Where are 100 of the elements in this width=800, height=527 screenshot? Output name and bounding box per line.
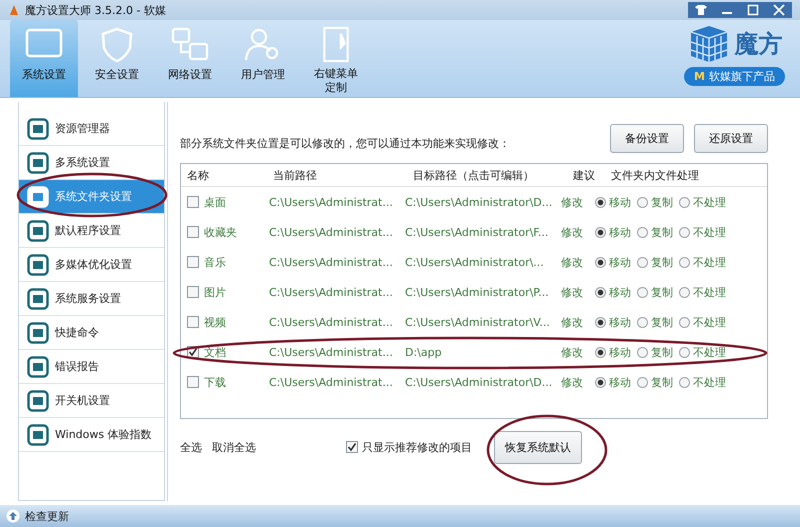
tile-icon (27, 288, 49, 310)
column-header: 当前路径 (272, 168, 318, 182)
radio-button[interactable] (595, 376, 606, 388)
logo-text: 魔方 (734, 29, 783, 60)
radio-option[interactable]: 不处理 (679, 284, 726, 300)
table-cell[interactable]: C:\Users\Administrator\V... (405, 316, 561, 328)
restore-default-button[interactable]: 恢复系统默认 (494, 430, 582, 464)
radio-button[interactable] (679, 346, 690, 358)
tile-icon (27, 322, 49, 344)
checkbox[interactable] (187, 376, 199, 388)
radio-option[interactable]: 复制 (637, 284, 673, 300)
close-icon[interactable] (772, 4, 786, 16)
table-cell-text: 修改 (561, 374, 584, 390)
maximize-icon[interactable] (746, 4, 760, 16)
column-header: 目标路径（点击可编辑） (412, 168, 535, 182)
table-cell-text: C:\Users\Administrat... (269, 286, 394, 298)
radio-option[interactable]: 移动 (595, 194, 631, 210)
deselect-all-link[interactable]: 取消全选 (212, 440, 256, 454)
radio-button[interactable] (637, 346, 648, 358)
radio-option[interactable]: 移动 (595, 254, 631, 270)
radio-option[interactable]: 复制 (637, 224, 673, 240)
table-cell[interactable]: C:\Users\Administrator\P... (405, 286, 561, 298)
table-cell[interactable]: C:\Users\Administrator\... (405, 256, 561, 268)
radio-button[interactable] (637, 316, 648, 328)
table-cell[interactable]: C:\Users\Administrator\F... (405, 226, 561, 238)
shirt-icon[interactable] (694, 4, 708, 16)
radio-option[interactable]: 复制 (637, 194, 673, 210)
folder-name: 收藏夹 (204, 224, 237, 240)
radio-option[interactable]: 复制 (637, 314, 673, 330)
table-cell-text: C:\Users\Administrat... (269, 256, 394, 268)
radio-button[interactable] (595, 286, 606, 298)
radio-option[interactable]: 移动 (595, 224, 631, 240)
product-badge[interactable]: M 软媒旗下产品 (684, 67, 785, 86)
folder-name: 视频 (204, 314, 226, 330)
radio-button[interactable] (679, 256, 690, 268)
tile-icon (27, 254, 49, 276)
folder-name: 桌面 (204, 194, 226, 210)
radio-option[interactable]: 不处理 (679, 344, 726, 360)
radio-button[interactable] (595, 316, 606, 328)
radio-button[interactable] (637, 226, 648, 238)
table-cell-text: 修改 (561, 344, 584, 360)
table-cell-text: 修改 (561, 224, 584, 240)
toolbar-tab[interactable]: 右键菜单定制 (302, 20, 370, 97)
radio-button[interactable] (595, 346, 606, 358)
column-header: 文件夹内文件处理 (610, 168, 700, 182)
table-cell[interactable]: D:\app (405, 346, 561, 358)
description-text: 部分系统文件夹位置是可以修改的，您可以通过本功能来实现修改： (180, 136, 510, 152)
checkbox[interactable] (187, 226, 199, 238)
radio-button[interactable] (679, 196, 690, 208)
radio-option[interactable]: 不处理 (679, 314, 726, 330)
radio-button[interactable] (637, 256, 648, 268)
radio-button[interactable] (637, 376, 648, 388)
radio-button[interactable] (679, 376, 690, 388)
toolbar-tab[interactable]: 用户管理 (229, 20, 297, 97)
radio-button[interactable] (637, 286, 648, 298)
radio-option[interactable]: 移动 (595, 374, 631, 390)
checkbox[interactable] (187, 196, 199, 208)
table-cell[interactable]: C:\Users\Administrator\D... (405, 196, 561, 208)
checkbox[interactable] (187, 316, 199, 328)
toolbar-tab[interactable]: 网络设置 (156, 20, 224, 97)
radio-option[interactable]: 移动 (595, 344, 631, 360)
tile-icon (27, 186, 49, 208)
action-button[interactable]: 备份设置 (610, 124, 684, 153)
radio-button[interactable] (595, 226, 606, 238)
radio-option[interactable]: 不处理 (679, 374, 726, 390)
badge-text: 软媒旗下产品 (709, 69, 775, 84)
radio-button[interactable] (637, 196, 648, 208)
tile-icon (27, 118, 49, 140)
up-arrow-icon (6, 509, 20, 523)
radio-button[interactable] (679, 286, 690, 298)
action-button[interactable]: 还原设置 (694, 124, 768, 153)
radio-option[interactable]: 移动 (595, 314, 631, 330)
column-header: 名称 (186, 168, 210, 182)
radio-option[interactable]: 不处理 (679, 224, 726, 240)
tile-icon (27, 424, 49, 446)
radio-button[interactable] (679, 316, 690, 328)
radio-option[interactable]: 移动 (595, 284, 631, 300)
folder-name: 图片 (204, 284, 226, 300)
sidebar-item[interactable]: 系统文件夹设置 (19, 180, 164, 214)
check-update-link[interactable]: 检查更新 (25, 508, 69, 524)
table-cell-text: 修改 (561, 314, 584, 330)
table-cell-text: 修改 (561, 194, 584, 210)
radio-button[interactable] (595, 196, 606, 208)
radio-option[interactable]: 不处理 (679, 194, 726, 210)
radio-option[interactable]: 复制 (637, 374, 673, 390)
radio-option[interactable]: 不处理 (679, 254, 726, 270)
table-cell[interactable]: C:\Users\Administrator\D... (405, 376, 561, 388)
toolbar-tab[interactable]: 系统设置 (10, 20, 78, 97)
tile-icon (27, 220, 49, 242)
radio-button[interactable] (679, 226, 690, 238)
select-all-link[interactable]: 全选 (180, 440, 202, 454)
tile-icon (27, 152, 49, 174)
checkbox[interactable] (346, 441, 358, 453)
tile-icon (27, 356, 49, 378)
radio-option[interactable]: 复制 (637, 344, 673, 360)
checkbox[interactable] (187, 256, 199, 268)
toolbar-tab[interactable]: 安全设置 (83, 20, 151, 97)
radio-option[interactable]: 复制 (637, 254, 673, 270)
checkbox[interactable] (187, 286, 199, 298)
radio-button[interactable] (595, 256, 606, 268)
